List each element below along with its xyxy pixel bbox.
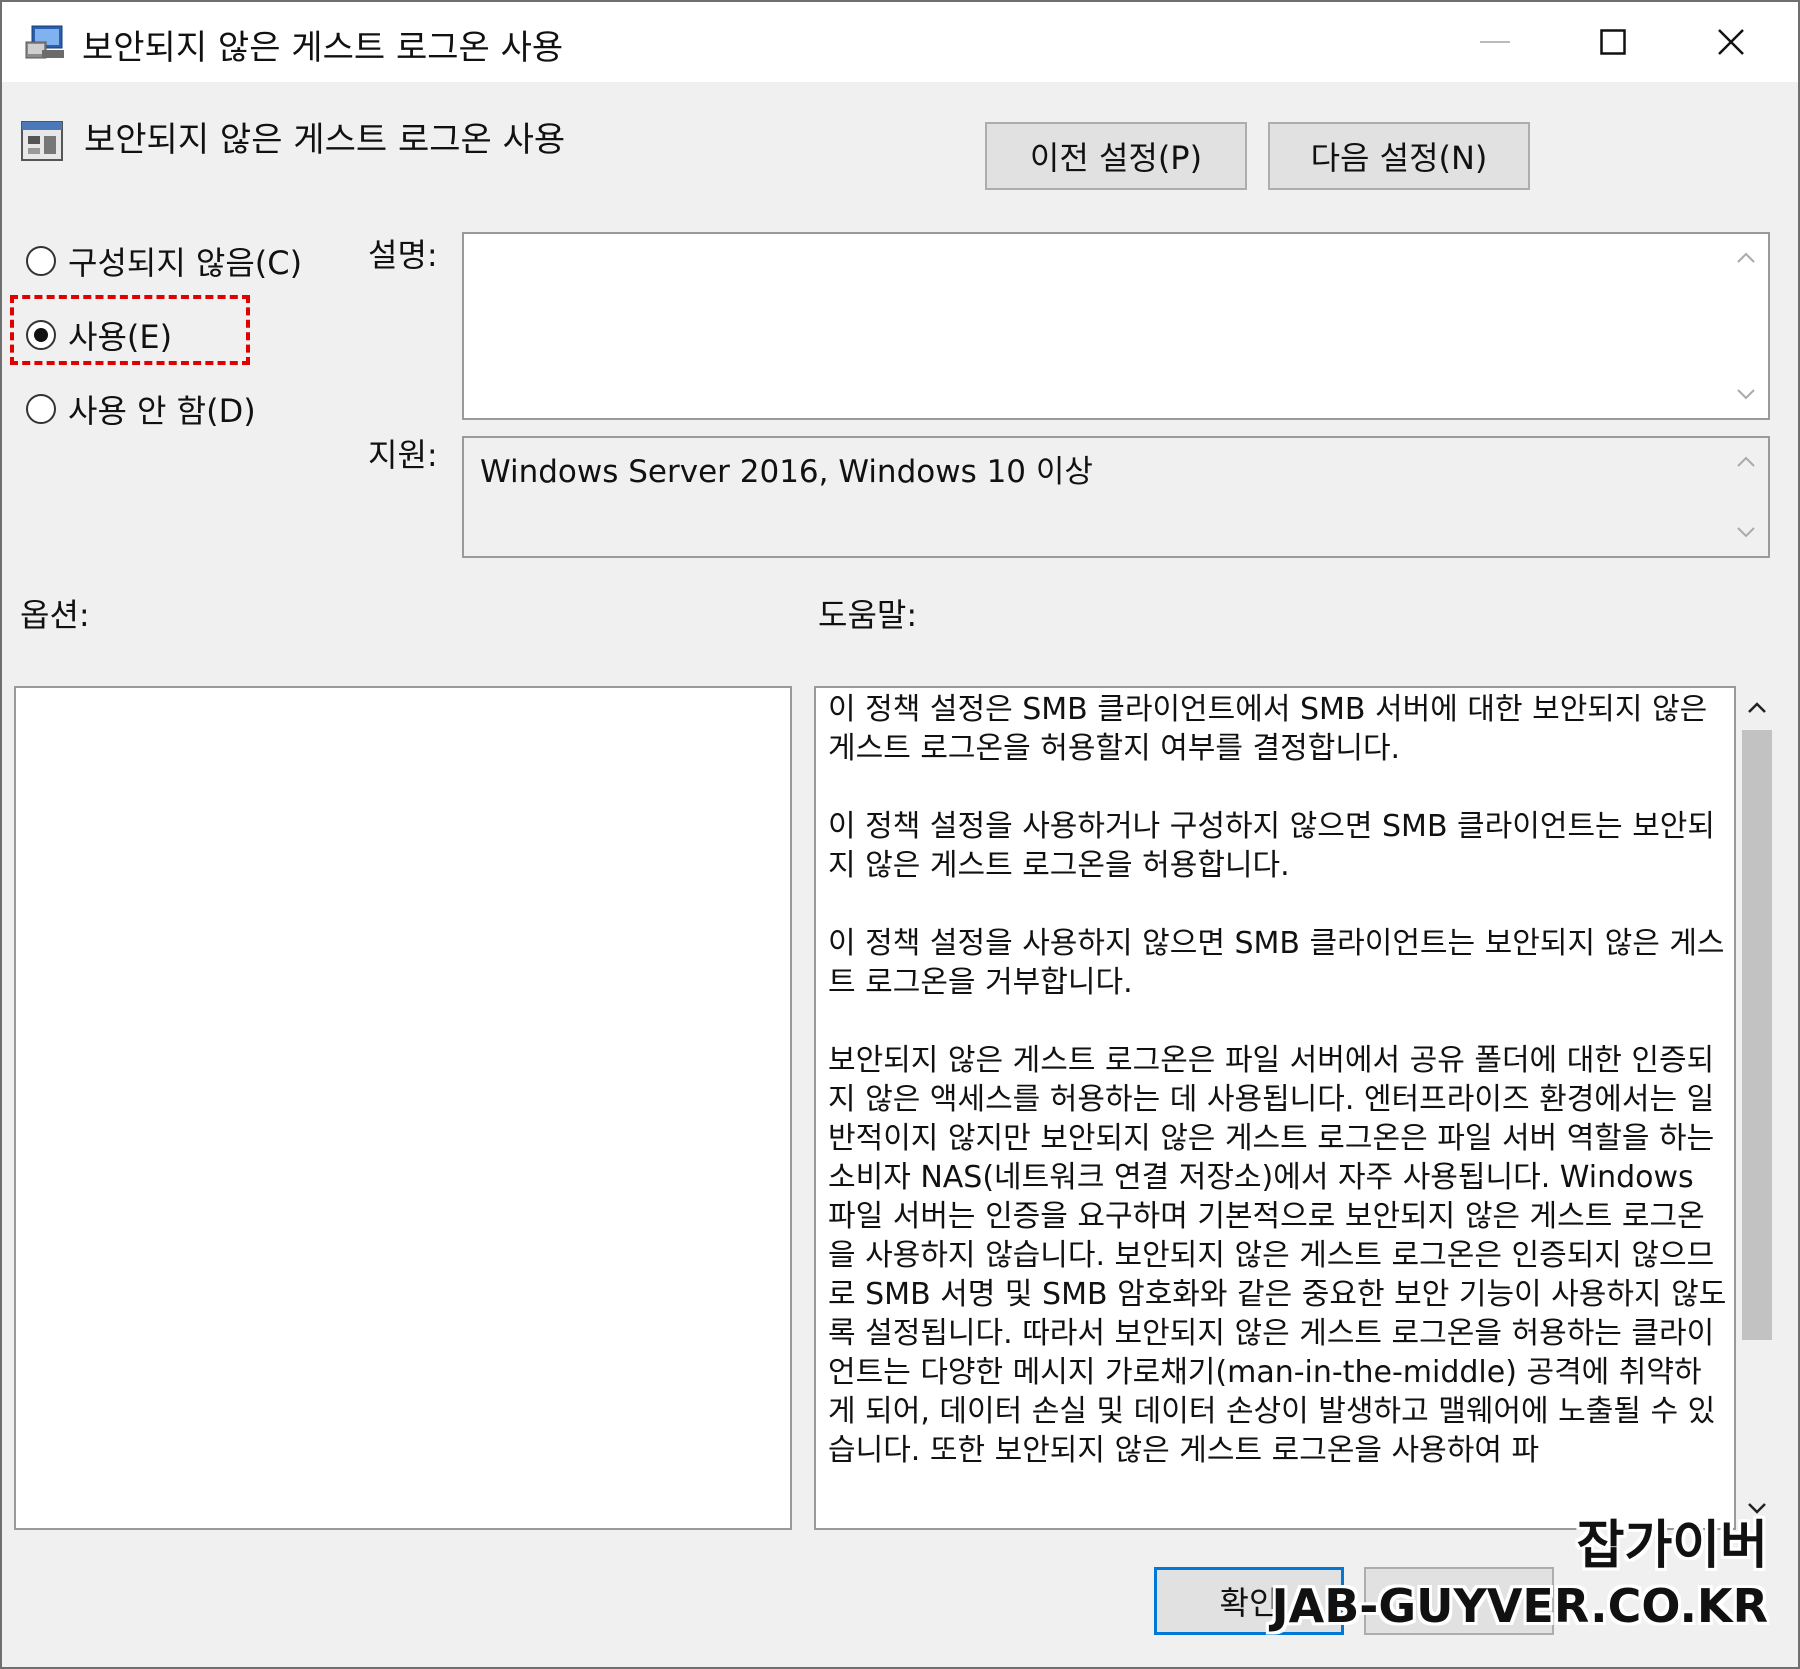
scroll-up-button[interactable] (1724, 442, 1768, 482)
radio-label: 구성되지 않음(C) (68, 244, 303, 282)
chevron-up-icon (1737, 252, 1755, 263)
supported-on-value: Windows Server 2016, Windows 10 이상 (480, 454, 1093, 490)
scroll-down-button[interactable] (1724, 512, 1768, 552)
close-button[interactable] (1672, 2, 1790, 82)
help-paragraph: 이 정책 설정을 사용하지 않으면 SMB 클라이언트는 보안되지 않은 게스트… (828, 926, 1725, 1000)
scroll-up-button[interactable] (1736, 688, 1778, 728)
supported-on-scrollbar[interactable] (1724, 438, 1768, 556)
watermark-korean: 잡가이버 (1576, 1516, 1768, 1576)
policy-setting-icon (21, 121, 63, 161)
annotation-highlight-box (10, 295, 250, 365)
radio-label: 사용 안 함(D) (68, 392, 256, 430)
maximize-button[interactable] (1554, 2, 1672, 82)
chevron-down-icon (1737, 389, 1755, 400)
help-scrollbar[interactable] (1736, 686, 1778, 1530)
help-paragraph: 이 정책 설정은 SMB 클라이언트에서 SMB 서버에 대한 보안되지 않은 … (828, 692, 1708, 766)
window-title: 보안되지 않은 게스트 로그온 사용 (82, 28, 564, 68)
help-panel[interactable]: 이 정책 설정은 SMB 클라이언트에서 SMB 서버에 대한 보안되지 않은 … (814, 686, 1736, 1530)
watermark: 잡가이버 JAB-GUYVER.CO.KR (1272, 1514, 1768, 1634)
supported-on-field[interactable]: Windows Server 2016, Windows 10 이상 (462, 436, 1770, 558)
scrollbar-thumb[interactable] (1742, 730, 1772, 1340)
chevron-up-icon (1748, 702, 1766, 713)
radio-not-configured[interactable]: 구성되지 않음(C) (26, 238, 302, 284)
minimize-button[interactable] (1436, 2, 1554, 82)
maximize-icon (1600, 29, 1626, 55)
description-label: 설명: (368, 236, 438, 274)
description-textarea[interactable] (462, 232, 1770, 420)
next-setting-button[interactable]: 다음 설정(N) (1268, 122, 1530, 190)
watermark-url: JAB-GUYVER.CO.KR (1271, 1579, 1768, 1633)
help-text: 이 정책 설정은 SMB 클라이언트에서 SMB 서버에 대한 보안되지 않은 … (828, 690, 1728, 1509)
radio-button[interactable] (26, 246, 56, 276)
description-scrollbar[interactable] (1724, 234, 1768, 418)
policy-dialog-window: 보안되지 않은 게스트 로그온 사용 보안되지 않은 게스트 로그온 사용 이전… (0, 0, 1800, 1669)
policy-name-heading: 보안되지 않은 게스트 로그온 사용 (84, 120, 566, 160)
close-icon (1718, 29, 1744, 55)
chevron-down-icon (1748, 1503, 1766, 1514)
chevron-up-icon (1737, 456, 1755, 467)
minimize-icon (1480, 41, 1510, 43)
options-label: 옵션: (20, 596, 90, 634)
previous-setting-button[interactable]: 이전 설정(P) (985, 122, 1247, 190)
scroll-down-button[interactable] (1724, 374, 1768, 414)
title-bar[interactable]: 보안되지 않은 게스트 로그온 사용 (2, 2, 1798, 82)
help-label: 도움말: (818, 596, 918, 634)
radio-button[interactable] (26, 394, 56, 424)
help-paragraph: 보안되지 않은 게스트 로그온은 파일 서버에서 공유 폴더에 대한 인증되지 … (828, 1043, 1727, 1468)
chevron-down-icon (1737, 527, 1755, 538)
help-paragraph: 이 정책 설정을 사용하거나 구성하지 않으면 SMB 클라이언트는 보안되지 … (828, 809, 1715, 883)
options-panel[interactable] (14, 686, 792, 1530)
radio-disabled[interactable]: 사용 안 함(D) (26, 386, 256, 432)
supported-on-label: 지원: (368, 436, 438, 474)
group-policy-icon (25, 25, 64, 59)
scroll-up-button[interactable] (1724, 238, 1768, 278)
